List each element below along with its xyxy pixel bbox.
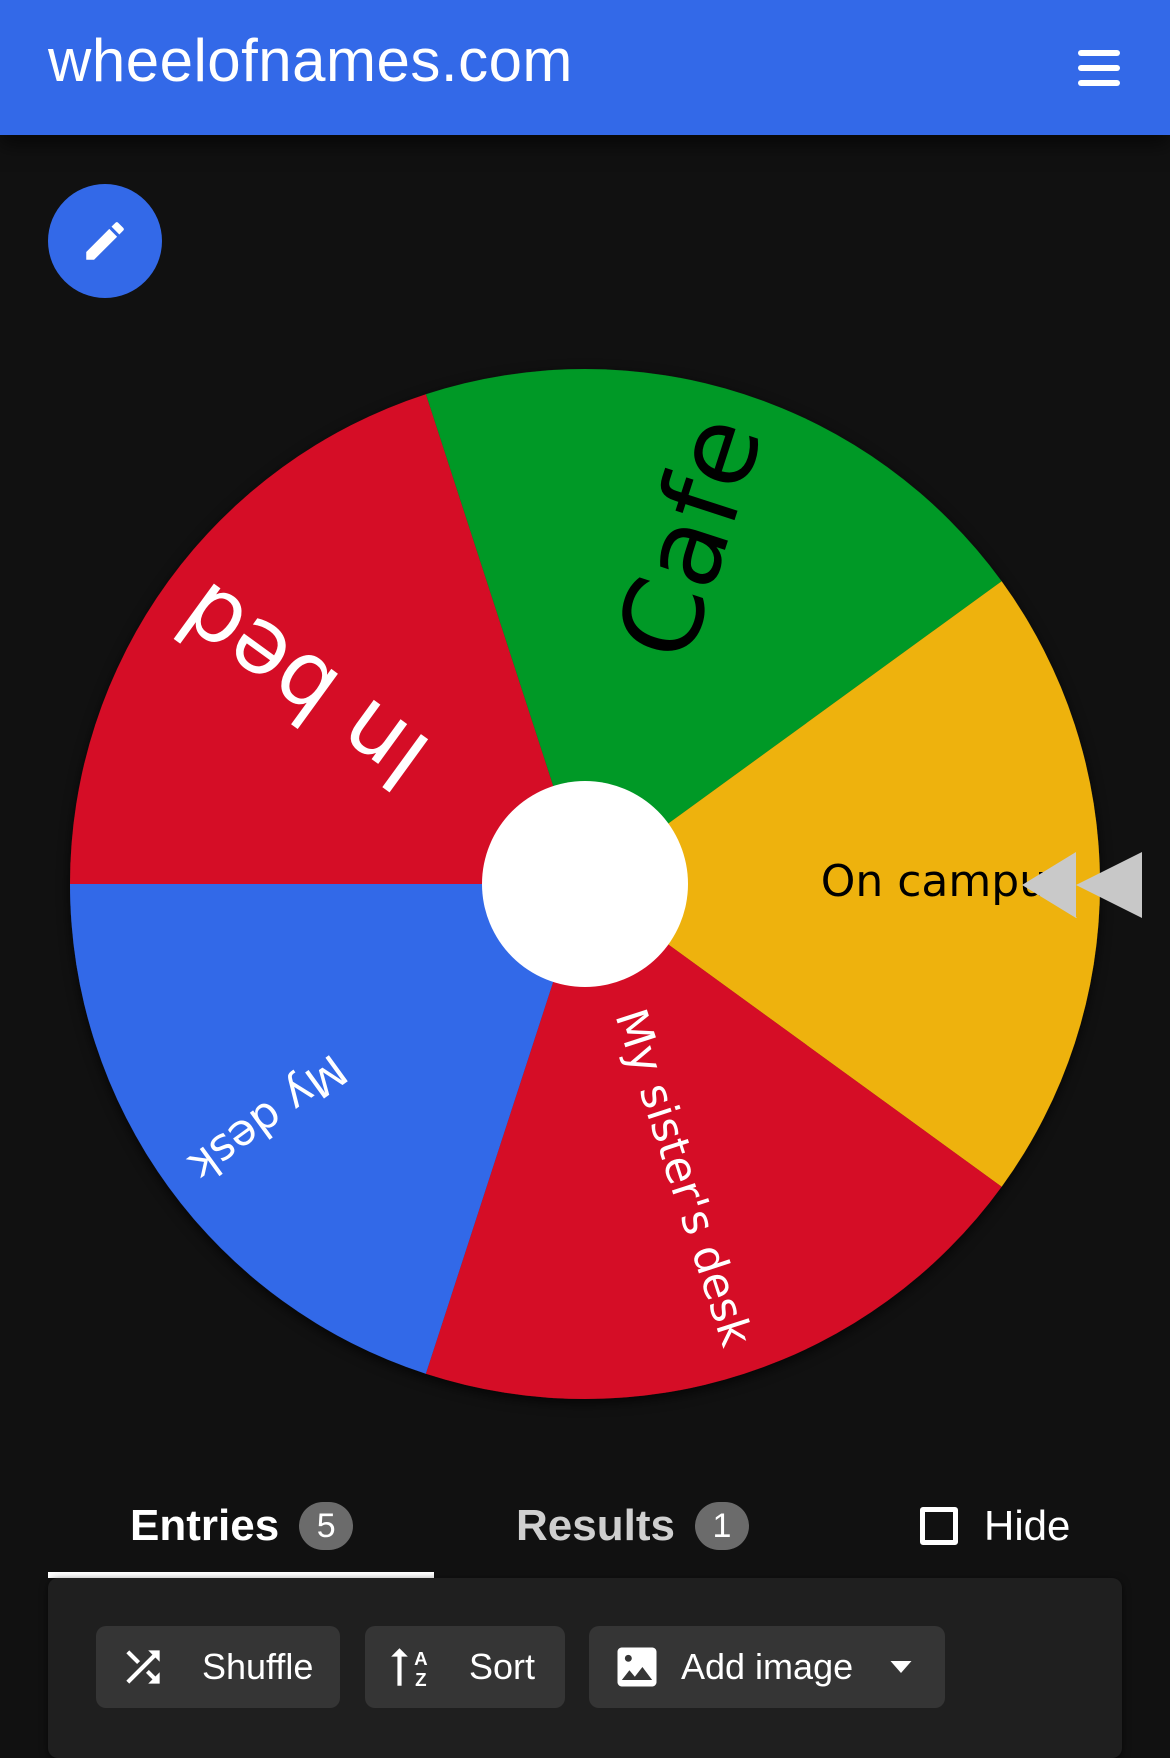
entries-panel: Shuffle A Z Sort Add image — [48, 1578, 1122, 1758]
dropdown-arrow-icon[interactable] — [883, 1649, 919, 1685]
entries-count-badge: 5 — [299, 1502, 354, 1550]
tab-results[interactable]: Results 1 — [516, 1480, 749, 1572]
svg-text:A: A — [414, 1648, 428, 1669]
hamburger-menu-icon[interactable] — [1072, 40, 1128, 96]
shuffle-label: Shuffle — [202, 1646, 314, 1687]
tab-results-label: Results — [516, 1501, 675, 1550]
sort-label: Sort — [469, 1646, 536, 1687]
add-image-button[interactable]: Add image — [589, 1626, 945, 1708]
top-app-bar: wheelofnames.com — [0, 0, 1170, 135]
shuffle-button[interactable]: Shuffle — [96, 1626, 340, 1708]
sort-alpha-icon: A Z — [391, 1648, 428, 1690]
wheel-hub[interactable] — [482, 781, 688, 987]
image-icon — [617, 1647, 657, 1687]
entries-results-tabs: Entries 5 Results 1 Hide — [48, 1480, 1122, 1580]
site-title[interactable]: wheelofnames.com — [48, 26, 573, 95]
add-image-label: Add image — [681, 1646, 854, 1687]
results-count-badge: 1 — [694, 1502, 749, 1550]
tab-entries[interactable]: Entries 5 — [130, 1480, 354, 1572]
sort-button[interactable]: A Z Sort — [365, 1626, 565, 1708]
shuffle-icon — [126, 1650, 160, 1684]
tab-entries-label: Entries — [130, 1501, 280, 1550]
checkbox-icon[interactable] — [920, 1507, 958, 1545]
hide-label: Hide — [984, 1502, 1071, 1549]
hide-checkbox[interactable]: Hide — [920, 1480, 1070, 1572]
spinning-wheel[interactable]: CafeOn campusMy sister's deskMy deskIn b… — [0, 0, 1170, 1440]
svg-text:Z: Z — [415, 1669, 426, 1690]
